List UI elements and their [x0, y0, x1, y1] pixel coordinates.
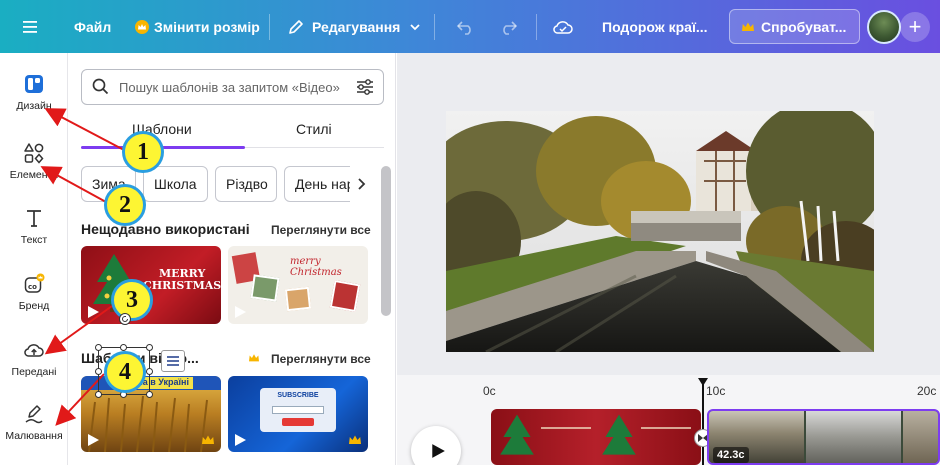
- sidebar-item-label: Елементи: [9, 169, 59, 181]
- resize-button[interactable]: Змінити розмір: [134, 0, 260, 53]
- crown-icon: [135, 19, 149, 34]
- brand-icon: co: [24, 273, 45, 293]
- sidebar-item-label: Передані: [11, 366, 57, 378]
- filter-icon[interactable]: [355, 77, 375, 97]
- menu-button[interactable]: [22, 0, 40, 53]
- crown-icon: [349, 435, 361, 444]
- resize-handle[interactable]: [95, 344, 102, 351]
- template-thumb-subscribe[interactable]: SUBSCRIBE: [228, 376, 368, 452]
- canva-editor: { "topbar": { "menu_icon": "hamburger-ic…: [0, 0, 940, 465]
- sidebar-item-label: Бренд: [18, 300, 50, 312]
- panel-scrollbar[interactable]: [381, 166, 391, 316]
- christmas-tree-illustration: [500, 414, 534, 455]
- separator: [269, 14, 270, 40]
- sidebar-item-label: Малювання: [5, 430, 63, 442]
- river-town-photo: [446, 111, 874, 352]
- redo-button[interactable]: [498, 0, 518, 53]
- sidebar-item-text[interactable]: Текст: [0, 207, 68, 246]
- timeline: 0с 10с 20с 42.3с: [397, 375, 940, 465]
- resize-handle[interactable]: [95, 368, 102, 375]
- play-icon: [235, 434, 246, 446]
- undo-icon: [456, 20, 471, 35]
- sidebar-item-uploads[interactable]: Передані: [0, 339, 68, 378]
- svg-text:co: co: [28, 283, 37, 291]
- christmas-tree-illustration: [602, 414, 636, 455]
- templates-see-all-link[interactable]: Переглянути все: [271, 352, 371, 366]
- tab-styles[interactable]: Стилі: [296, 121, 332, 137]
- search-box[interactable]: Пошук шаблонів за запитом «Відео»: [81, 69, 384, 105]
- sidebar-item-label: Дизайн: [16, 100, 52, 112]
- rotate-handle[interactable]: [119, 313, 131, 325]
- crown-icon: [249, 354, 259, 362]
- chip-christmas[interactable]: Різдво: [215, 166, 277, 202]
- recent-section-title: Нещодавно використані: [81, 221, 250, 237]
- left-sidebar: Дизайн Елементи Текст co Бренд Передані …: [0, 53, 68, 465]
- canvas-photo[interactable]: [446, 111, 874, 352]
- save-status-button[interactable]: [552, 0, 574, 53]
- play-icon: [235, 306, 246, 318]
- chips-next-button[interactable]: [350, 166, 372, 202]
- recent-see-all-link[interactable]: Переглянути все: [271, 223, 371, 237]
- text-align-icon: [167, 356, 179, 366]
- rotate-icon: [122, 316, 128, 322]
- resize-handle[interactable]: [120, 344, 127, 351]
- template-thumb-christmas-collage[interactable]: merry Christmas: [228, 246, 368, 324]
- sidebar-item-elements[interactable]: Елементи: [0, 142, 68, 181]
- resize-handle[interactable]: [95, 391, 102, 398]
- play-button[interactable]: [411, 426, 461, 465]
- crown-icon: [202, 435, 214, 444]
- hamburger-icon: [23, 20, 37, 33]
- playhead[interactable]: [702, 383, 704, 465]
- text-icon: [27, 210, 41, 227]
- file-menu[interactable]: Файл: [74, 0, 111, 53]
- play-icon: [432, 444, 445, 458]
- crown-icon: [742, 22, 754, 31]
- floating-text-tool[interactable]: [161, 350, 185, 372]
- chip-school[interactable]: Школа: [143, 166, 208, 202]
- annotation-marker-1: 1: [122, 131, 164, 173]
- sidebar-item-design[interactable]: Дизайн: [0, 73, 68, 112]
- annotation-marker-2: 2: [104, 184, 146, 226]
- undo-button[interactable]: [456, 0, 476, 53]
- project-title[interactable]: Подорож краї...: [602, 0, 708, 53]
- pencil-icon: [289, 19, 303, 34]
- search-input[interactable]: Пошук шаблонів за запитом «Відео»: [119, 80, 347, 95]
- separator: [434, 14, 435, 40]
- add-collaborator-button[interactable]: +: [900, 12, 930, 42]
- redo-icon: [503, 20, 518, 35]
- sidebar-item-draw[interactable]: Малювання: [0, 403, 68, 442]
- elements-icon: [24, 143, 44, 164]
- draw-icon: [25, 405, 43, 424]
- clip-duration-badge: 42.3с: [713, 447, 749, 463]
- chevron-down-icon: [410, 23, 420, 30]
- sidebar-item-brand[interactable]: co Бренд: [0, 273, 68, 312]
- try-pro-button[interactable]: Спробуват...: [729, 9, 860, 44]
- editing-dropdown[interactable]: Редагування: [287, 0, 422, 53]
- playhead-handle-icon[interactable]: [697, 377, 709, 387]
- cloud-check-icon: [553, 20, 573, 34]
- resize-handle[interactable]: [146, 391, 153, 398]
- play-icon: [88, 434, 99, 446]
- search-icon: [92, 78, 109, 95]
- resize-handle[interactable]: [146, 368, 153, 375]
- timeline-clip-river[interactable]: 42.3с: [707, 409, 940, 465]
- top-bar: Файл Змінити розмір Редагування Подорож …: [0, 0, 940, 53]
- annotation-marker-4: 4: [104, 351, 146, 393]
- sidebar-item-label: Текст: [20, 234, 48, 246]
- play-icon: [88, 306, 99, 318]
- wheat-illustration: [88, 395, 208, 452]
- design-icon: [25, 75, 43, 93]
- resize-handle[interactable]: [146, 344, 153, 351]
- tick-0: 0с: [483, 384, 496, 398]
- chevron-right-icon: [358, 178, 366, 190]
- avatar[interactable]: [867, 10, 901, 44]
- templates-panel: Пошук шаблонів за запитом «Відео» Шаблон…: [68, 53, 396, 465]
- annotation-marker-3: 3: [111, 279, 153, 321]
- separator: [536, 14, 537, 40]
- template-thumb-merry-christmas[interactable]: MERRY CHRISTMAS: [81, 246, 221, 324]
- plus-icon: +: [908, 14, 922, 39]
- upload-cloud-icon: [24, 344, 44, 357]
- timeline-clip-christmas[interactable]: [491, 409, 701, 465]
- tick-20: 20с: [917, 384, 937, 398]
